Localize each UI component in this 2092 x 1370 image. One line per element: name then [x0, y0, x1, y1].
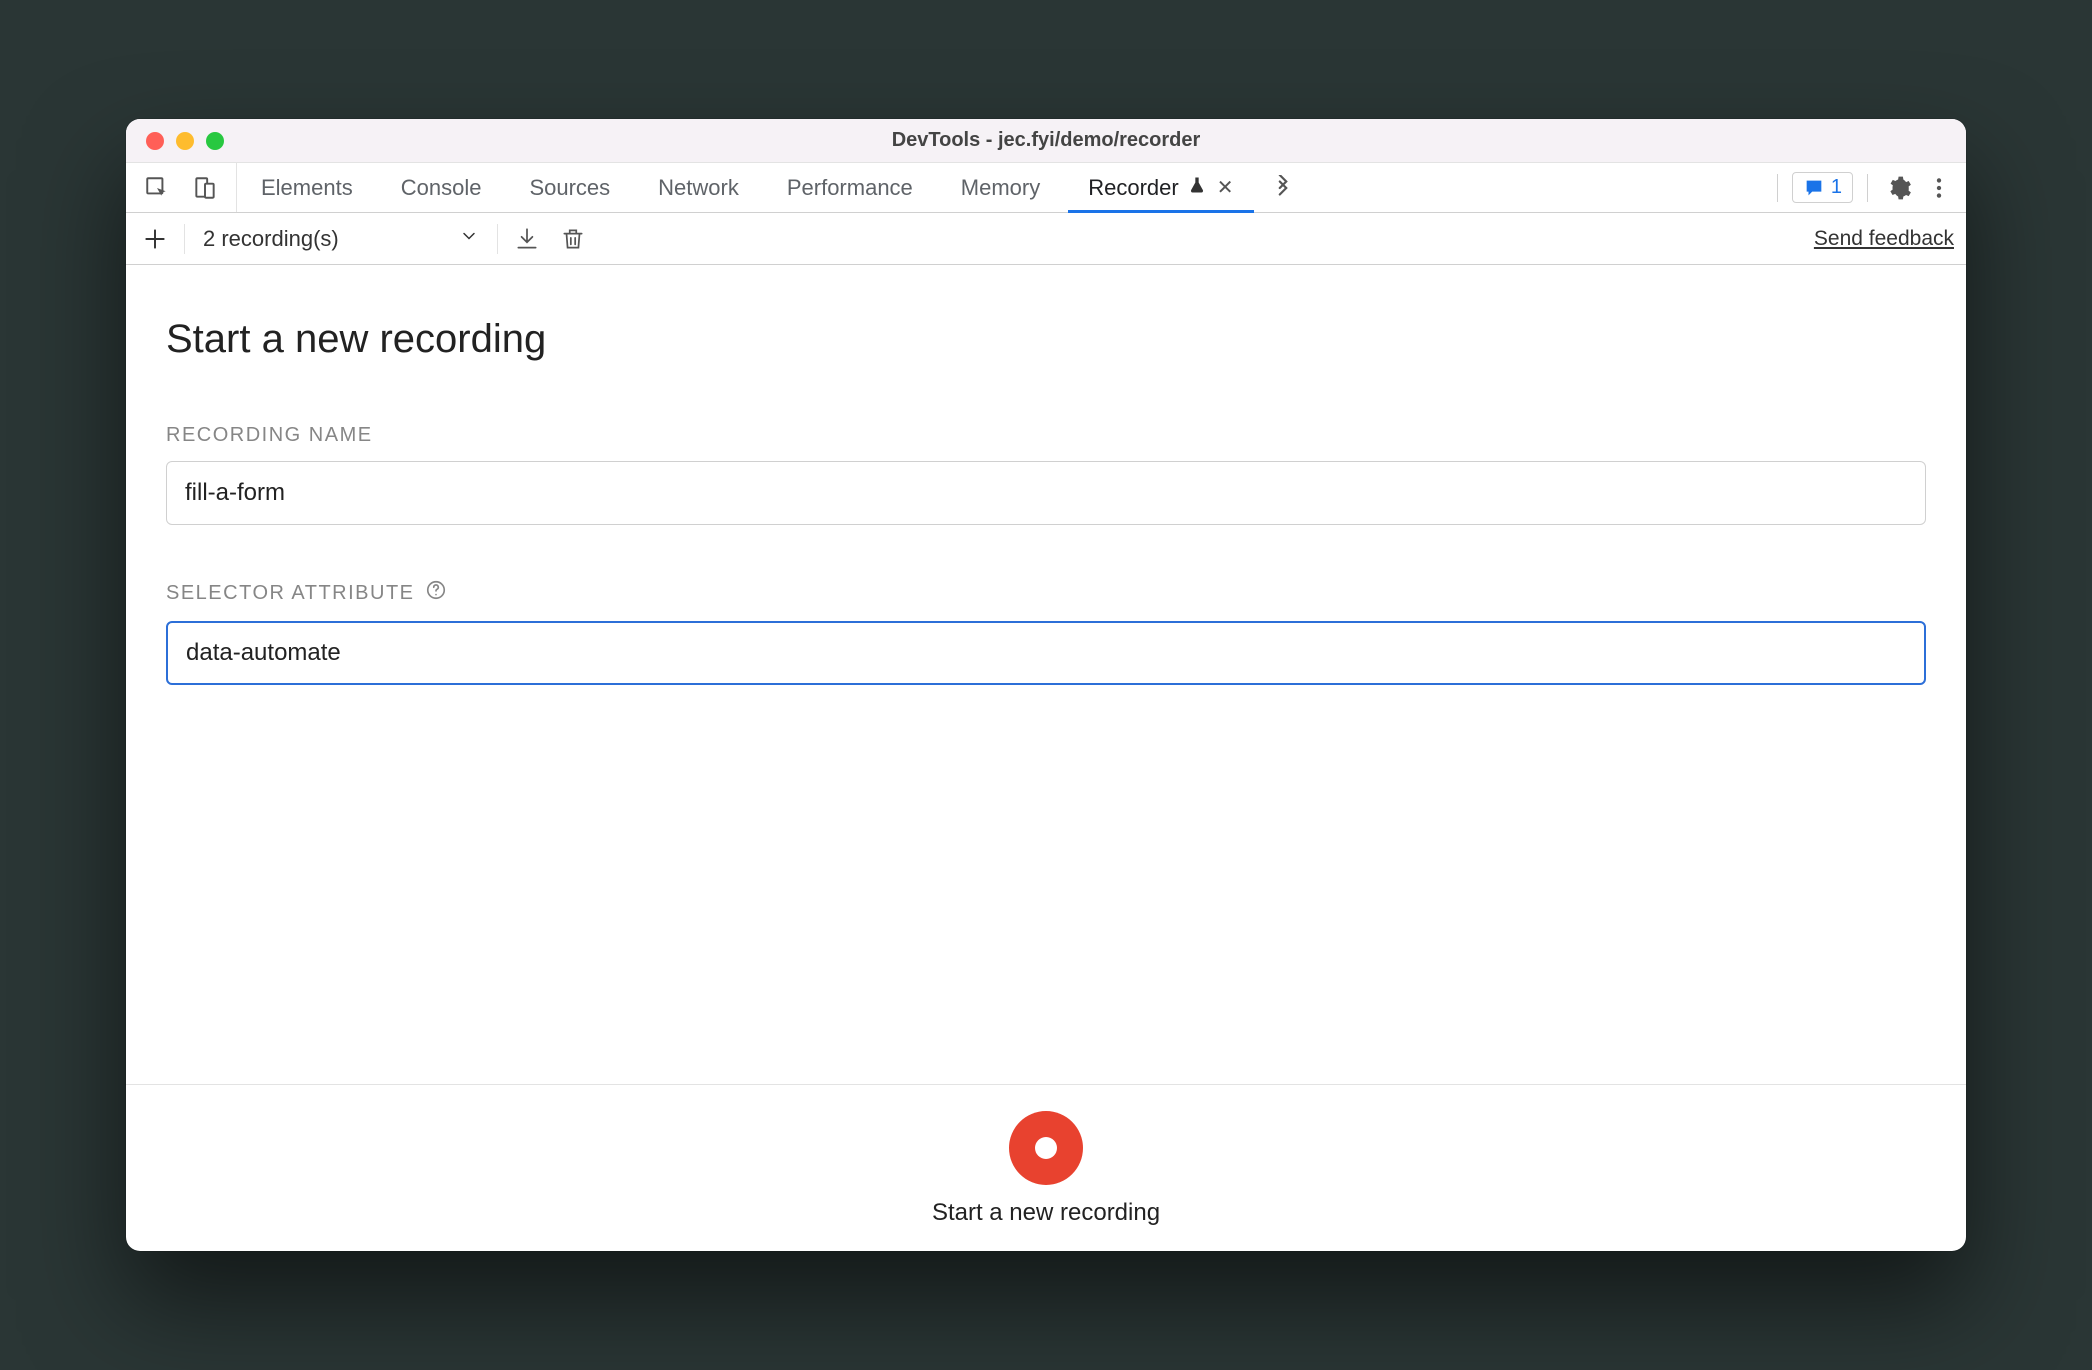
- issues-button[interactable]: 1: [1792, 172, 1853, 203]
- record-icon: [1035, 1137, 1057, 1159]
- start-recording-button[interactable]: [1009, 1111, 1083, 1185]
- selector-attribute-input[interactable]: [166, 621, 1926, 685]
- tab-performance[interactable]: Performance: [763, 163, 937, 212]
- tab-label: Recorder: [1088, 175, 1178, 201]
- export-icon[interactable]: [510, 222, 544, 256]
- selector-attribute-label: SELECTOR ATTRIBUTE: [166, 579, 1926, 607]
- tab-network[interactable]: Network: [634, 163, 763, 212]
- window-title: DevTools - jec.fyi/demo/recorder: [126, 129, 1966, 152]
- tab-label: Performance: [787, 175, 913, 201]
- settings-gear-icon[interactable]: [1882, 171, 1916, 205]
- window-controls: [126, 132, 224, 150]
- recorder-content: Start a new recording RECORDING NAME SEL…: [126, 265, 1966, 1084]
- tab-label: Elements: [261, 175, 353, 201]
- tabs-row: Elements Console Sources Network Perform…: [126, 163, 1966, 213]
- tabs-overflow-button[interactable]: [1258, 163, 1308, 212]
- more-menu-icon[interactable]: [1922, 171, 1956, 205]
- tab-sources[interactable]: Sources: [505, 163, 634, 212]
- tab-elements[interactable]: Elements: [237, 163, 377, 212]
- experimental-flask-icon: [1187, 175, 1207, 201]
- device-toolbar-icon[interactable]: [188, 171, 222, 205]
- close-tab-icon[interactable]: ✕: [1217, 175, 1234, 200]
- divider: [497, 224, 498, 254]
- divider: [1777, 174, 1778, 202]
- window-zoom-button[interactable]: [206, 132, 224, 150]
- inspect-tools: [126, 163, 237, 212]
- window-minimize-button[interactable]: [176, 132, 194, 150]
- selector-attribute-field: SELECTOR ATTRIBUTE: [166, 579, 1926, 685]
- chevron-down-icon: [459, 226, 479, 252]
- tab-label: Console: [401, 175, 482, 201]
- start-recording-label: Start a new recording: [932, 1199, 1160, 1227]
- tab-recorder[interactable]: Recorder ✕: [1064, 163, 1257, 212]
- tab-memory[interactable]: Memory: [937, 163, 1064, 212]
- recordings-dropdown[interactable]: 2 recording(s): [197, 226, 485, 252]
- tab-label: Sources: [529, 175, 610, 201]
- inspect-element-icon[interactable]: [140, 171, 174, 205]
- selector-attribute-label-text: SELECTOR ATTRIBUTE: [166, 582, 415, 605]
- page-title: Start a new recording: [166, 317, 1926, 362]
- tabs-right: 1: [1769, 163, 1966, 212]
- divider: [1867, 174, 1868, 202]
- delete-icon[interactable]: [556, 222, 590, 256]
- recorder-footer: Start a new recording: [126, 1084, 1966, 1251]
- issues-count: 1: [1831, 176, 1842, 199]
- recording-name-input[interactable]: [166, 461, 1926, 525]
- tabs-list: Elements Console Sources Network Perform…: [237, 163, 1258, 212]
- help-icon[interactable]: [425, 579, 447, 607]
- titlebar: DevTools - jec.fyi/demo/recorder: [126, 119, 1966, 163]
- new-recording-button[interactable]: [138, 222, 172, 256]
- window-close-button[interactable]: [146, 132, 164, 150]
- send-feedback-link[interactable]: Send feedback: [1814, 227, 1954, 251]
- devtools-window: DevTools - jec.fyi/demo/recorder Element…: [126, 119, 1966, 1251]
- recordings-count-label: 2 recording(s): [203, 226, 339, 252]
- recorder-toolbar: 2 recording(s) Send feedback: [126, 213, 1966, 265]
- tab-label: Memory: [961, 175, 1040, 201]
- tab-label: Network: [658, 175, 739, 201]
- recording-name-field: RECORDING NAME: [166, 424, 1926, 525]
- tab-console[interactable]: Console: [377, 163, 506, 212]
- divider: [184, 224, 185, 254]
- recording-name-label: RECORDING NAME: [166, 424, 1926, 447]
